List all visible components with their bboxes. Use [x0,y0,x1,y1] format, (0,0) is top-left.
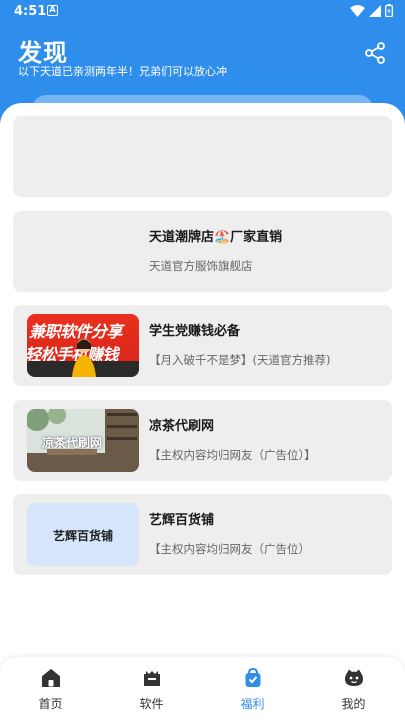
list-item[interactable]: 凉茶代刷网 凉茶代刷网 【主权内容均归网友（广告位）】 [13,400,392,481]
list-item[interactable]: 天道潮牌店🏖️厂家直销 天道官方服饰旗舰店 [13,211,392,292]
nav-label: 软件 [139,697,164,711]
card-subtitle: 【主权内容均归网友（广告位）】 [149,448,316,462]
status-time: 4:51 [14,4,47,19]
status-icons [350,4,393,17]
card-thumbnail: 凉茶代刷网 [27,409,139,472]
person-illustration [72,339,96,377]
profile-icon [345,669,363,686]
status-bar: 4:51 A [0,0,405,24]
list-item[interactable]: 兼职软件分享 轻松手机赚钱 学生党赚钱必备 【月入破千不是梦】(天道官方推荐) [13,305,392,386]
card-thumbnail: 艺辉百货铺 [27,503,139,566]
card-subtitle: 【主权内容均归网友（广告位） [149,542,310,556]
signal-icon [369,4,381,17]
nav-label: 我的 [341,697,366,711]
list-item[interactable]: 艺辉百货铺 艺辉百货铺 【主权内容均归网友（广告位） [13,494,392,575]
nav-label: 福利 [240,697,265,711]
wifi-icon [350,4,365,17]
nav-welfare[interactable]: 福利 [202,657,303,720]
card-title: 天道潮牌店🏖️厂家直销 [149,230,283,245]
banner-placeholder[interactable] [13,116,392,197]
card-title: 学生党赚钱必备 [149,324,241,339]
card-thumbnail: 兼职软件分享 轻松手机赚钱 [27,314,139,377]
nav-home[interactable]: 首页 [0,657,101,720]
card-title: 艺辉百货铺 [149,513,215,528]
home-icon [42,669,60,687]
bottom-nav: 首页 软件 福利 我的 [0,657,405,720]
thumbnail-text: 凉茶代刷网 [42,436,103,450]
page-subtitle: 以下天道已亲测两年半！兄弟们可以放心冲 [18,65,227,78]
share-icon[interactable] [363,41,387,65]
nav-profile[interactable]: 我的 [303,657,404,720]
gift-bag-icon [245,668,261,687]
box-icon [144,671,160,686]
notification-icon: A [47,5,58,16]
card-title: 凉茶代刷网 [149,419,215,434]
thumbnail-text: 艺辉百货铺 [52,529,113,543]
nav-software[interactable]: 软件 [101,657,202,720]
card-subtitle: 【月入破千不是梦】(天道官方推荐) [149,353,331,367]
nav-label: 首页 [38,697,63,711]
card-subtitle: 天道官方服饰旗舰店 [149,259,253,273]
discover-screen: 4:51 A 发现 以下天道已亲测两年半！兄弟们可以放心冲 天道潮牌店🏖️厂家直… [0,0,405,720]
battery-icon [385,4,393,17]
